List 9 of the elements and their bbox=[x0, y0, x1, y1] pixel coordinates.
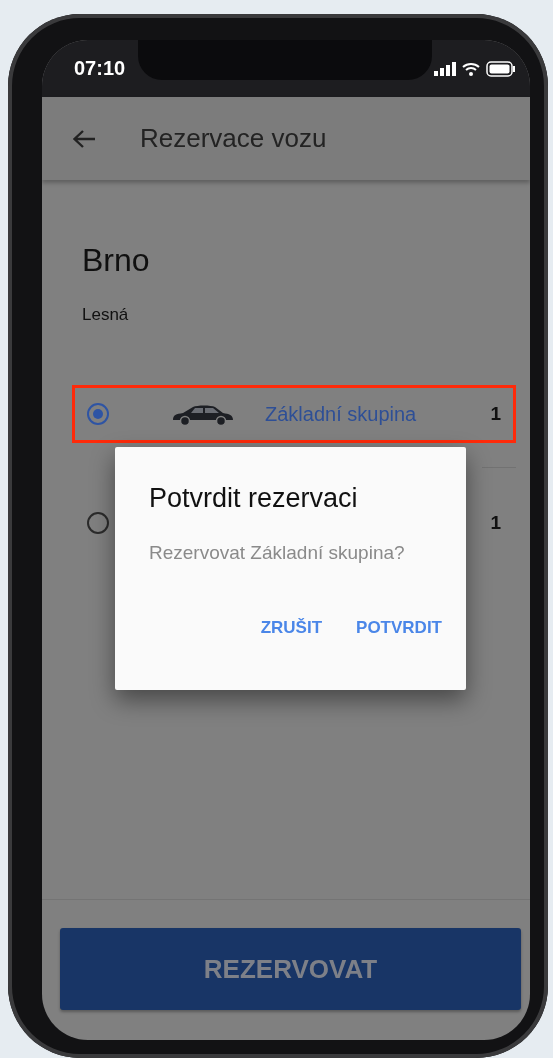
group-label: Základní skupina bbox=[265, 402, 417, 426]
screen-title: Rezervace vozu bbox=[140, 123, 327, 154]
group-count: 1 bbox=[490, 403, 501, 425]
group-count: 1 bbox=[490, 512, 501, 534]
dialog-title: Potvrdit rezervaci bbox=[149, 483, 359, 514]
status-time: 07:10 bbox=[74, 57, 126, 80]
city-name: Brno bbox=[82, 242, 151, 279]
district-name: Lesná bbox=[82, 305, 130, 325]
dialog-message: Rezervovat Základní skupina? bbox=[149, 542, 406, 564]
